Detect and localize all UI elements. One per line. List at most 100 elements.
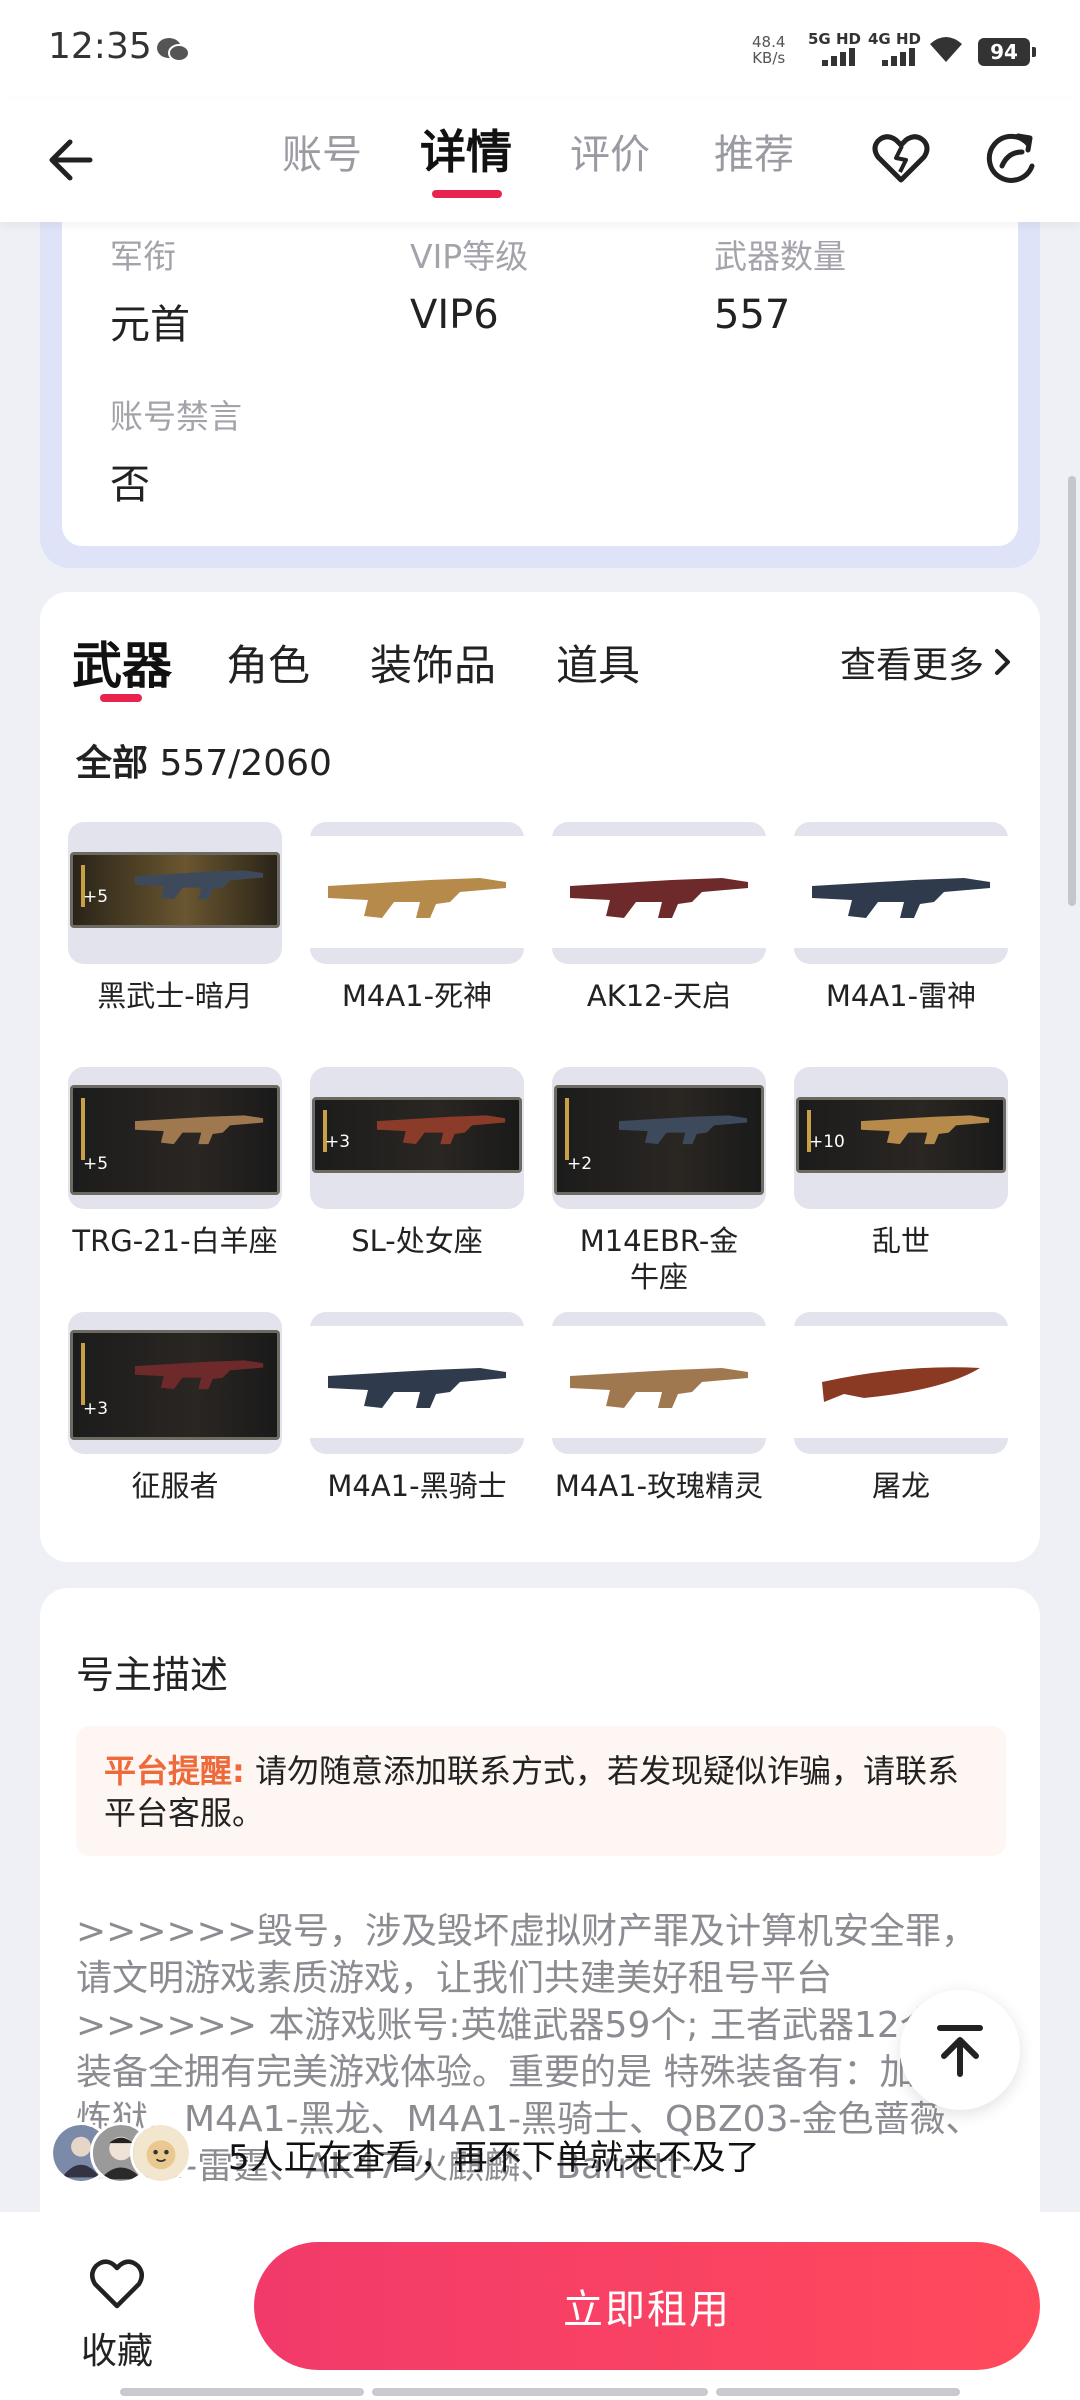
- weapon-image: [570, 1368, 748, 1408]
- weapon-thumbnail: [310, 1312, 524, 1454]
- weapon-name: M14EBR-金牛座: [579, 1224, 739, 1294]
- inventory-tab-indicator: [100, 694, 142, 702]
- weapon-name: M4A1-死神: [341, 979, 493, 1013]
- arrow-up-to-top-icon: [937, 2025, 983, 2077]
- muted-label: 账号禁言: [110, 397, 242, 436]
- weapon-item[interactable]: +3 SL-处女座: [310, 1067, 524, 1312]
- scroll-to-top-button[interactable]: [900, 1990, 1020, 2110]
- rank-value: 元首: [110, 302, 190, 348]
- weapon-image: [134, 1115, 264, 1145]
- weapon-thumbnail: [794, 1312, 1008, 1454]
- tab-characters[interactable]: 角色: [226, 632, 310, 693]
- weapon-image: [328, 1368, 506, 1408]
- weapon-count-row: 全部 557/2060: [76, 734, 332, 786]
- battery-icon: 94: [978, 38, 1036, 66]
- weapon-name: TRG-21-白羊座: [72, 1224, 278, 1258]
- weapon-thumbnail: +2: [552, 1067, 766, 1209]
- signal-bars-1-icon: [822, 48, 855, 66]
- viewers-banner: 5人正在查看，再不下单就来不及了: [50, 2118, 770, 2190]
- weapon-image: [134, 870, 264, 900]
- weapon-item[interactable]: M4A1-死神: [310, 822, 524, 1067]
- tab-reviews[interactable]: 评价: [570, 122, 650, 180]
- weapon-item[interactable]: +5 黑武士-暗月: [68, 822, 282, 1067]
- signal-bars-2-icon: [882, 48, 915, 66]
- tab-account[interactable]: 账号: [282, 122, 362, 180]
- weapon-item[interactable]: M4A1-雷神: [794, 822, 1008, 1067]
- weapon-name: 屠龙: [871, 1469, 930, 1503]
- tab-detail[interactable]: 详情: [420, 116, 512, 182]
- count-label: 全部: [76, 743, 149, 784]
- page-scrollbar[interactable]: [1068, 476, 1076, 906]
- weapon-name: 征服者: [131, 1469, 219, 1503]
- see-more-label: 查看更多: [840, 645, 985, 686]
- sim2-label: 4G HD: [868, 30, 921, 48]
- weapon-thumbnail: +3: [68, 1312, 282, 1454]
- nav-gesture-bar-3: [716, 2388, 960, 2396]
- sim1-label: 5G HD: [808, 30, 861, 48]
- weapon-item[interactable]: AK12-天启: [552, 822, 766, 1067]
- weapon-name: M4A1-雷神: [825, 979, 977, 1013]
- viewer-avatar-3: [130, 2122, 192, 2184]
- status-time: 12:35: [48, 26, 152, 67]
- detail-nav-bar: 账号 详情 评价 推荐: [0, 100, 1080, 222]
- tab-props[interactable]: 道具: [556, 632, 640, 693]
- weapon-thumbnail: [310, 822, 524, 964]
- weapon-item[interactable]: 屠龙: [794, 1312, 1008, 1557]
- heart-icon: [90, 2259, 144, 2309]
- weapon-thumbnail: [552, 1312, 766, 1454]
- vip-level-value: VIP6: [410, 292, 499, 338]
- weapon-item[interactable]: M4A1-黑骑士: [310, 1312, 524, 1557]
- weapon-thumbnail: +10: [794, 1067, 1008, 1209]
- weapon-name: M4A1-玫瑰精灵: [554, 1469, 764, 1503]
- weapon-image: [328, 878, 506, 918]
- weapon-image: [822, 1367, 980, 1402]
- muted-value: 否: [110, 462, 150, 508]
- weapon-item[interactable]: +10 乱世: [794, 1067, 1008, 1312]
- weapon-image: [618, 1115, 748, 1145]
- description-title: 号主描述: [76, 1653, 229, 1697]
- weapon-item[interactable]: +3 征服者: [68, 1312, 282, 1557]
- nav-gesture-bar-2: [372, 2388, 708, 2396]
- share-icon[interactable]: [978, 126, 1044, 192]
- weapon-grid: +5 黑武士-暗月 M4A1-死神 AK12-天启 M4A1-雷神 +5 TRG-21-白羊…: [68, 822, 1012, 1557]
- weapon-image: [376, 1115, 506, 1145]
- tab-weapons[interactable]: 武器: [72, 626, 172, 698]
- platform-notice: 平台提醒: 请勿随意添加联系方式，若发现疑似诈骗，请联系平台客服。: [76, 1726, 1006, 1856]
- rent-now-button[interactable]: 立即租用: [254, 2242, 1040, 2370]
- weapon-item[interactable]: +5 TRG-21-白羊座: [68, 1067, 282, 1312]
- weapon-name: AK12-天启: [586, 979, 732, 1013]
- see-more-link[interactable]: 查看更多: [840, 636, 1014, 688]
- viewers-text: 5人正在查看，再不下单就来不及了: [228, 2138, 760, 2178]
- chevron-right-icon: [995, 649, 1011, 675]
- count-value: 557/2060: [159, 743, 332, 784]
- weapon-thumbnail: +5: [68, 1067, 282, 1209]
- weapon-count-label: 武器数量: [714, 237, 846, 276]
- bottom-action-bar: 收藏 立即租用: [0, 2212, 1080, 2400]
- favorite-label: 收藏: [80, 2331, 153, 2372]
- weapon-thumbnail: [552, 822, 766, 964]
- active-tab-indicator: [432, 190, 502, 198]
- weapon-thumbnail: +3: [310, 1067, 524, 1209]
- tab-decorations[interactable]: 装饰品: [370, 632, 496, 693]
- weapon-thumbnail: [794, 822, 1008, 964]
- weapon-item[interactable]: +2 M14EBR-金牛座: [552, 1067, 766, 1312]
- weapon-image: [570, 878, 748, 918]
- broken-heart-icon[interactable]: [868, 126, 934, 192]
- weapon-item[interactable]: M4A1-玫瑰精灵: [552, 1312, 766, 1557]
- weapon-count-value: 557: [714, 292, 791, 338]
- status-bar: 12:35 48.4 KB/s 5G HD 4G HD 94: [0, 0, 1080, 100]
- net-speed: 48.4 KB/s: [752, 33, 786, 67]
- weapon-thumbnail: +5: [68, 822, 282, 964]
- nav-gesture-bar-1: [120, 2388, 364, 2396]
- weapon-image: [860, 1115, 990, 1145]
- tab-recommend[interactable]: 推荐: [714, 122, 794, 180]
- weapon-image: [812, 878, 990, 918]
- favorite-button[interactable]: 收藏: [72, 2256, 162, 2374]
- account-info-card: [62, 200, 1018, 546]
- wechat-icon: [157, 38, 190, 62]
- weapon-name: SL-处女座: [351, 1224, 483, 1258]
- weapon-name: 乱世: [871, 1224, 930, 1258]
- notice-label: 平台提醒:: [104, 1752, 245, 1790]
- weapon-name: 黑武士-暗月: [97, 979, 253, 1013]
- back-arrow-icon[interactable]: [44, 130, 104, 190]
